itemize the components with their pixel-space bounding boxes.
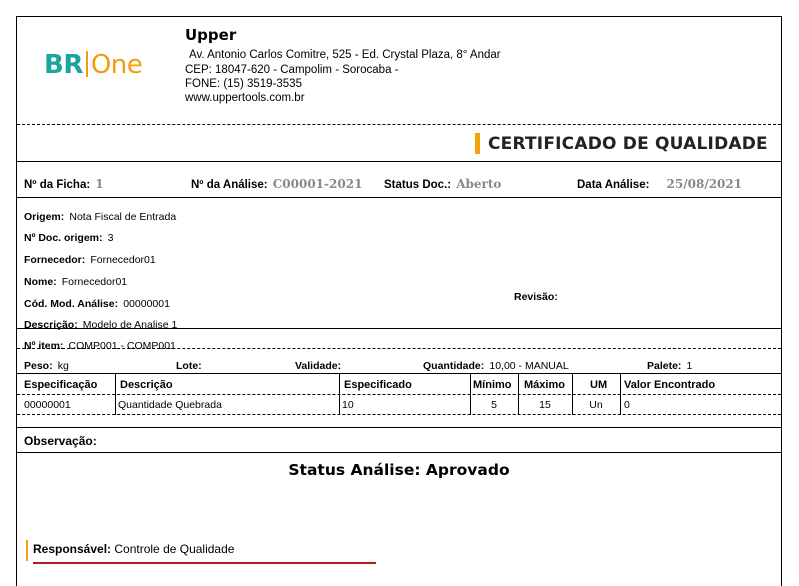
palete-field: Palete: 1 xyxy=(647,360,693,372)
item-field: Nº item: COMP001 - COMP001 xyxy=(24,340,176,352)
company-phone: FONE: (15) 3519-3535 xyxy=(185,78,302,90)
col-separator xyxy=(339,374,340,415)
document-title: CERTIFICADO DE QUALIDADE xyxy=(475,133,768,154)
col-separator xyxy=(470,374,471,415)
observacao-label: Observação: xyxy=(24,434,97,448)
validade-field: Validade: xyxy=(295,360,342,372)
col-separator xyxy=(572,374,573,415)
company-cep: CEP: 18047-620 - Campolim - Sorocaba - xyxy=(185,64,399,76)
title-text: CERTIFICADO DE QUALIDADE xyxy=(488,133,768,154)
td-minimo: 5 xyxy=(491,399,497,411)
td-descricao: Quantidade Quebrada xyxy=(118,399,222,411)
td-especificado: 10 xyxy=(342,399,354,411)
th-descricao: Descrição xyxy=(120,379,173,391)
bro-one-logo: BR One xyxy=(44,50,143,80)
th-especificacao: Especificação xyxy=(24,379,98,391)
responsavel-field: Responsável: Controle de Qualidade xyxy=(33,542,235,556)
th-um: UM xyxy=(590,379,608,391)
th-minimo: Mínimo xyxy=(473,379,512,391)
peso-field: Peso: kg xyxy=(24,360,69,372)
ficha-field: Nº da Ficha: 1 xyxy=(24,177,104,191)
td-maximo: 15 xyxy=(539,399,551,411)
descricao-field: Descrição: Modelo de Analise 1 xyxy=(24,319,178,331)
company-address: Av. Antonio Carlos Comitre, 525 - Ed. Cr… xyxy=(189,49,501,61)
title-accent-bar xyxy=(475,133,480,154)
responsavel-accent-bar xyxy=(26,540,28,561)
divider xyxy=(17,328,781,329)
col-separator xyxy=(620,374,621,415)
col-separator xyxy=(115,374,116,415)
divider xyxy=(17,348,781,349)
quantidade-field: Quantidade: 10,00 - MANUAL xyxy=(423,360,569,372)
divider xyxy=(17,414,781,415)
cod-mod-analise-field: Cód. Mod. Análise: 00000001 xyxy=(24,298,170,310)
company-website: www.uppertools.com.br xyxy=(185,92,305,104)
doc-origem-field: Nº Doc. origem: 3 xyxy=(24,232,114,244)
th-especificado: Especificado xyxy=(344,379,412,391)
revisao-field: Revisão: xyxy=(514,291,558,303)
divider xyxy=(17,124,781,125)
col-separator xyxy=(518,374,519,415)
nome-field: Nome: Fornecedor01 xyxy=(24,276,128,288)
divider xyxy=(17,452,781,453)
status-doc-field: Status Doc.: Aberto xyxy=(384,177,502,191)
analise-field: Nº da Análise: C00001-2021 xyxy=(191,177,363,191)
origem-field: Origem: Nota Fiscal de Entrada xyxy=(24,211,177,223)
divider xyxy=(17,394,781,395)
data-analise-field: Data Análise: 25/08/2021 xyxy=(577,177,743,191)
status-analise: Status Análise: Aprovado xyxy=(288,461,510,479)
fornecedor-field: Fornecedor: Fornecedor01 xyxy=(24,254,156,266)
company-name: Upper xyxy=(185,26,237,44)
lote-field: Lote: xyxy=(176,360,202,372)
logo-separator xyxy=(85,51,88,77)
responsavel-underline xyxy=(33,562,376,564)
td-valor-encontrado: 0 xyxy=(624,399,630,411)
logo-one-text: One xyxy=(90,50,143,80)
divider xyxy=(17,161,781,162)
td-especificacao: 00000001 xyxy=(24,399,71,411)
td-um: Un xyxy=(589,399,603,411)
logo-br-text: BR xyxy=(44,50,83,80)
th-maximo: Máximo xyxy=(524,379,565,391)
divider xyxy=(17,427,781,428)
divider xyxy=(17,373,781,374)
certificate-document: BR One Upper Av. Antonio Carlos Comitre, … xyxy=(16,16,782,586)
th-valor-encontrado: Valor Encontrado xyxy=(624,379,716,391)
divider xyxy=(17,197,781,198)
